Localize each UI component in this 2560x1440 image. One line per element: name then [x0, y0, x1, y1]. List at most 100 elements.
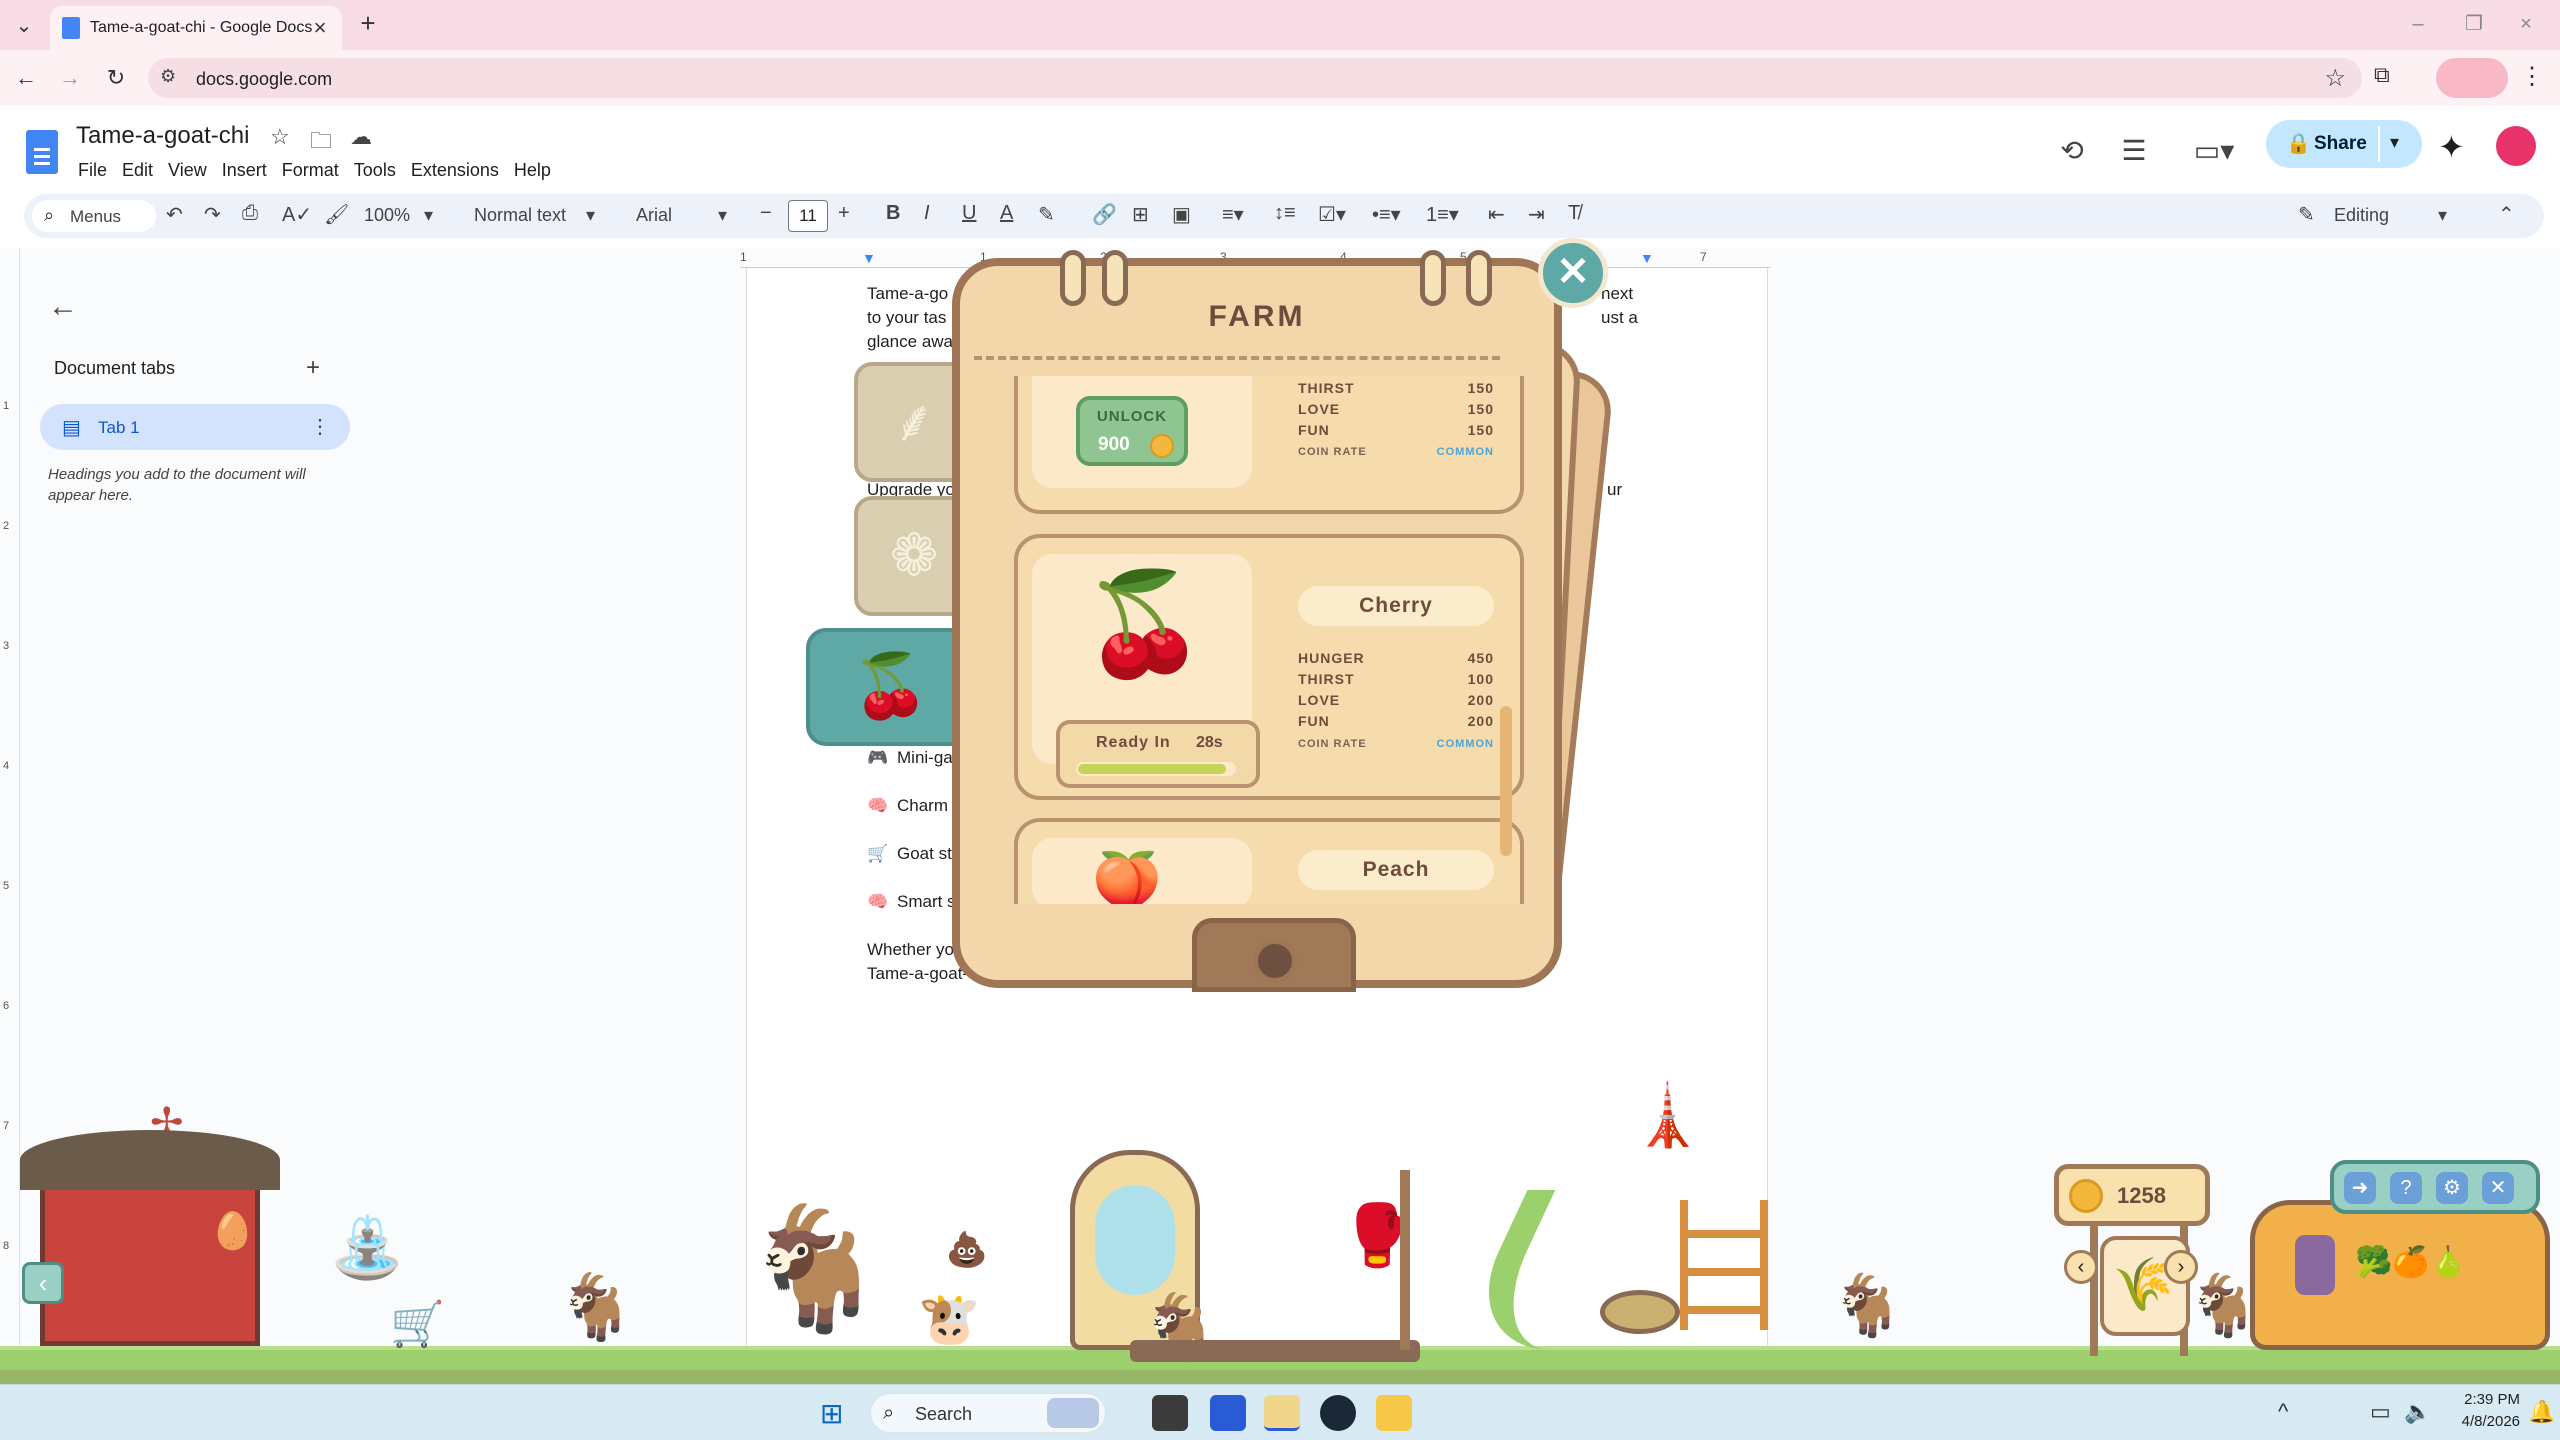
- reload-icon[interactable]: ↻: [100, 62, 132, 94]
- doc-line[interactable]: Mini-ga: [897, 748, 953, 768]
- ladder-icon[interactable]: [1680, 1200, 1768, 1330]
- gemini-sparkle-icon[interactable]: ✦: [2438, 128, 2465, 166]
- bulleted-list-icon[interactable]: •≡▾: [1372, 202, 1401, 227]
- close-tab-icon[interactable]: ×: [306, 14, 334, 42]
- style-select[interactable]: Normal text: [474, 205, 566, 226]
- game-close-icon[interactable]: ✕: [2482, 1172, 2514, 1204]
- menu-format[interactable]: Format: [280, 156, 348, 185]
- meet-icon[interactable]: ▭▾: [2184, 134, 2244, 167]
- redo-icon[interactable]: ↷: [204, 202, 221, 227]
- numbered-list-icon[interactable]: 1≡▾: [1426, 202, 1459, 227]
- menu-tools[interactable]: Tools: [352, 156, 405, 185]
- doc-line[interactable]: glance awa: [867, 332, 953, 352]
- add-comment-icon[interactable]: ⊞: [1132, 202, 1149, 227]
- farm-scrollbar[interactable]: [1500, 706, 1512, 856]
- back-icon[interactable]: ←: [10, 62, 42, 94]
- taskbar-search[interactable]: ⌕ Search: [870, 1393, 1106, 1433]
- tray-overflow-icon[interactable]: ^: [2278, 1399, 2288, 1425]
- bookmark-star-icon[interactable]: ☆: [2324, 64, 2346, 93]
- editing-caret-icon[interactable]: ▾: [2438, 205, 2447, 226]
- clock-date[interactable]: 4/8/2026: [2440, 1413, 2520, 1430]
- increase-indent-icon[interactable]: ⇥: [1528, 202, 1545, 227]
- tab-search-icon[interactable]: ⌄: [8, 10, 40, 42]
- barn-icon[interactable]: ✢ 🥚: [20, 1100, 300, 1350]
- doc-line[interactable]: Smart s: [897, 892, 956, 912]
- doc-line[interactable]: Whether yo: [867, 940, 954, 960]
- undo-icon[interactable]: ↶: [166, 202, 183, 227]
- windows-start-icon[interactable]: ⊞: [820, 1397, 843, 1430]
- line-spacing-icon[interactable]: ↕≡: [1274, 202, 1296, 225]
- font-select[interactable]: Arial: [636, 205, 672, 226]
- browser-tab-active[interactable]: Tame-a-goat-chi - Google Docs ×: [50, 6, 342, 50]
- menu-extensions[interactable]: Extensions: [409, 156, 508, 185]
- menus-search[interactable]: ⌕ Menus: [32, 200, 156, 232]
- font-caret-icon[interactable]: ▾: [718, 205, 727, 226]
- tire-icon[interactable]: [1600, 1290, 1680, 1334]
- cloud-saved-icon[interactable]: ☁: [350, 124, 372, 150]
- truck-arrow-icon[interactable]: ➜: [2344, 1172, 2376, 1204]
- decrease-font-icon[interactable]: −: [760, 202, 772, 225]
- italic-icon[interactable]: I: [924, 202, 930, 225]
- water-pump-icon[interactable]: ⛲: [330, 1212, 405, 1283]
- pinata-goat-icon[interactable]: 🐐: [740, 1200, 889, 1340]
- calf-icon[interactable]: 🐮: [918, 1290, 980, 1349]
- chrome-menu-icon[interactable]: ⋮: [2520, 62, 2544, 91]
- zoom-caret-icon[interactable]: ▾: [424, 205, 433, 226]
- grey-goat-icon[interactable]: 🐐: [1830, 1270, 1905, 1341]
- version-history-icon[interactable]: ⟲: [2052, 134, 2092, 167]
- highlight-icon[interactable]: ✎: [1038, 202, 1055, 227]
- food-truck-icon[interactable]: 🥦🍊🍐: [2250, 1200, 2550, 1350]
- doc-line[interactable]: Goat st: [897, 844, 952, 864]
- new-tab-icon[interactable]: +: [352, 8, 384, 40]
- increase-font-icon[interactable]: +: [838, 202, 850, 225]
- spellcheck-icon[interactable]: A✓: [282, 202, 312, 227]
- wheelbarrow-icon[interactable]: 🛒: [390, 1298, 445, 1350]
- steam-icon[interactable]: [1320, 1395, 1356, 1431]
- insert-image-icon[interactable]: ▣: [1172, 202, 1191, 227]
- store-icon[interactable]: [1210, 1395, 1246, 1431]
- font-size-input[interactable]: 11: [788, 200, 828, 232]
- docs-logo-icon[interactable]: [26, 130, 58, 174]
- prev-crop-icon[interactable]: ‹: [2064, 1250, 2098, 1284]
- volume-icon[interactable]: 🔈: [2404, 1399, 2431, 1425]
- profile-button[interactable]: [2436, 58, 2508, 98]
- close-outline-icon[interactable]: ←: [48, 290, 78, 324]
- menu-view[interactable]: View: [166, 156, 216, 185]
- scene-left-arrow-icon[interactable]: ‹: [22, 1262, 64, 1304]
- right-indent-marker-icon[interactable]: ▼: [1640, 250, 1654, 266]
- doc-tab-1[interactable]: ▤ Tab 1 ⋮: [40, 404, 350, 450]
- clock-time[interactable]: 2:39 PM: [2450, 1391, 2520, 1408]
- text-color-icon[interactable]: A: [1000, 202, 1013, 225]
- star-icon[interactable]: ☆: [270, 124, 290, 150]
- checklist-icon[interactable]: ☑▾: [1318, 202, 1346, 227]
- comments-icon[interactable]: ☰: [2114, 134, 2154, 167]
- task-view-icon[interactable]: [1152, 1395, 1188, 1431]
- url-text[interactable]: docs.google.com: [196, 69, 332, 90]
- share-button[interactable]: 🔒 Share ▾: [2266, 120, 2422, 168]
- zoom-select[interactable]: 100%: [364, 205, 410, 226]
- goat-icon[interactable]: 🐐: [556, 1270, 636, 1345]
- add-tab-icon[interactable]: +: [306, 354, 320, 382]
- menu-edit[interactable]: Edit: [120, 156, 162, 185]
- notification-bell-icon[interactable]: 🔔: [2528, 1399, 2555, 1425]
- goat-game-icon[interactable]: [1264, 1395, 1300, 1431]
- left-indent-marker-icon[interactable]: ▼: [862, 250, 876, 266]
- doc-line-fragment[interactable]: ust a: [1601, 308, 1638, 328]
- collapse-menus-icon[interactable]: ⌃: [2498, 202, 2515, 227]
- unlock-button[interactable]: UNLOCK 900: [1076, 396, 1188, 466]
- paint-format-icon[interactable]: 🖌: [324, 202, 349, 227]
- doc-line-fragment[interactable]: ur: [1607, 480, 1622, 500]
- clear-formatting-icon[interactable]: T̸: [1568, 202, 1580, 225]
- forward-icon[interactable]: →: [54, 62, 86, 94]
- category-cherry-icon[interactable]: 🍒: [806, 628, 976, 746]
- tab-options-icon[interactable]: ⋮: [310, 414, 330, 439]
- restore-icon[interactable]: ❐: [2452, 8, 2496, 40]
- decrease-indent-icon[interactable]: ⇤: [1488, 202, 1505, 227]
- underline-icon[interactable]: U: [962, 202, 976, 225]
- style-caret-icon[interactable]: ▾: [586, 205, 595, 226]
- help-icon[interactable]: ?: [2390, 1172, 2422, 1204]
- doc-line[interactable]: to your tas: [867, 308, 946, 328]
- menu-insert[interactable]: Insert: [220, 156, 276, 185]
- site-info-icon[interactable]: ⚙: [160, 66, 176, 87]
- doc-line[interactable]: Tame-a-go: [867, 284, 948, 304]
